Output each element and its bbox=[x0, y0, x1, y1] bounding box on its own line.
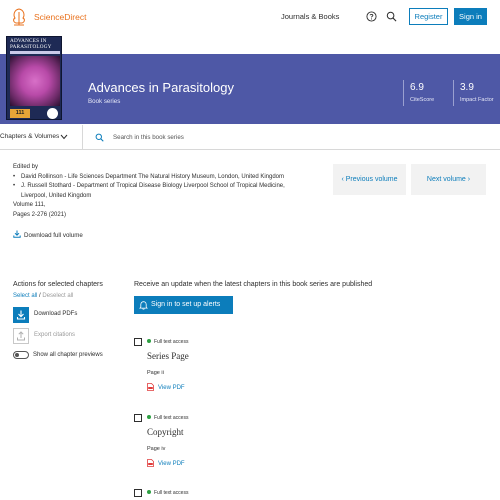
chapter-title[interactable]: Series Page bbox=[147, 351, 189, 361]
sign-in-alerts-button[interactable]: Sign in to set up alerts bbox=[134, 296, 233, 314]
alerts-message: Receive an update when the latest chapte… bbox=[134, 281, 373, 288]
search-icon[interactable] bbox=[386, 11, 397, 22]
impact-factor-value: 3.9 bbox=[460, 82, 474, 93]
chevron-down-icon[interactable] bbox=[60, 134, 68, 140]
cover-subtitle-band bbox=[10, 51, 60, 54]
previous-volume-button[interactable]: ‹ Previous volume bbox=[333, 164, 406, 195]
brand-name[interactable]: ScienceDirect bbox=[34, 12, 86, 22]
volume-info: Edited by David Rollinson - Life Science… bbox=[13, 163, 333, 220]
bell-icon bbox=[139, 301, 148, 310]
view-pdf-link[interactable]: View PDF bbox=[147, 459, 185, 467]
access-badge: Full text access bbox=[147, 490, 188, 496]
select-all-link[interactable]: Select all bbox=[13, 293, 37, 299]
top-navigation: ScienceDirect Journals & Books Register … bbox=[0, 0, 500, 34]
chapters-volumes-dropdown[interactable]: Chapters & Volumes bbox=[0, 133, 59, 140]
view-pdf-label: View PDF bbox=[158, 385, 185, 391]
download-icon bbox=[13, 230, 21, 238]
chapter-page: Page iv bbox=[147, 446, 166, 452]
export-icon bbox=[17, 331, 25, 341]
download-pdfs-label: Download PDFs bbox=[34, 311, 78, 317]
access-dot-icon bbox=[147, 415, 151, 419]
journals-books-link[interactable]: Journals & Books bbox=[281, 12, 339, 21]
download-full-volume-link[interactable]: Download full volume bbox=[13, 230, 83, 239]
editor-item: David Rollinson - Life Sciences Departme… bbox=[13, 173, 333, 183]
elsevier-logo-icon[interactable] bbox=[8, 6, 30, 28]
export-citations-label: Export citations bbox=[34, 332, 76, 338]
search-icon bbox=[95, 133, 104, 142]
access-dot-icon bbox=[147, 490, 151, 494]
download-full-volume-label: Download full volume bbox=[24, 232, 83, 239]
chapter-checkbox[interactable] bbox=[134, 489, 142, 497]
access-badge: Full text access bbox=[147, 415, 188, 421]
register-button[interactable]: Register bbox=[409, 8, 448, 25]
series-banner bbox=[0, 54, 500, 124]
search-series-input[interactable] bbox=[113, 131, 493, 144]
chapter-checkbox[interactable] bbox=[134, 414, 142, 422]
export-citations-icon-box bbox=[13, 328, 29, 344]
access-label: Full text access bbox=[154, 490, 189, 496]
actions-heading: Actions for selected chapters bbox=[13, 281, 103, 288]
deselect-all-link[interactable]: Deselect all bbox=[42, 293, 73, 299]
next-volume-button[interactable]: Next volume › bbox=[411, 164, 486, 195]
sign-in-alerts-label: Sign in to set up alerts bbox=[151, 301, 221, 308]
chapter-previews-toggle[interactable] bbox=[13, 351, 29, 359]
access-dot-icon bbox=[147, 339, 151, 343]
cover-image bbox=[10, 56, 60, 106]
access-label: Full text access bbox=[154, 415, 189, 421]
select-separator: / bbox=[39, 293, 41, 299]
volume-number: Volume 111, bbox=[13, 202, 46, 208]
sign-in-button[interactable]: Sign in bbox=[454, 8, 487, 25]
citescore-label[interactable]: CiteScore bbox=[410, 97, 434, 103]
metric-divider bbox=[403, 80, 404, 106]
editor-list: David Rollinson - Life Sciences Departme… bbox=[13, 173, 333, 192]
book-cover[interactable]: ADVANCES IN PARASITOLOGY 111 bbox=[6, 36, 62, 120]
editor-affiliation-continued: Liverpool, United Kingdom bbox=[21, 192, 92, 199]
impact-factor-label[interactable]: Impact Factor bbox=[460, 97, 494, 103]
chevron-right-icon: › bbox=[465, 176, 471, 183]
series-toolbar: Chapters & Volumes bbox=[0, 125, 500, 150]
chapter-previews-label: Show all chapter previews bbox=[33, 352, 103, 358]
toolbar-divider bbox=[82, 125, 83, 149]
cover-title: ADVANCES IN PARASITOLOGY bbox=[10, 38, 52, 50]
volume-pages: Pages 2-276 (2021) bbox=[13, 211, 67, 218]
help-icon[interactable] bbox=[366, 11, 377, 22]
metric-divider bbox=[453, 80, 454, 106]
pdf-icon bbox=[147, 459, 154, 467]
access-badge: Full text access bbox=[147, 339, 188, 345]
pdf-icon bbox=[147, 383, 154, 391]
chapter-checkbox[interactable] bbox=[134, 338, 142, 346]
access-label: Full text access bbox=[154, 339, 189, 345]
select-links: Select all / Deselect all bbox=[13, 293, 73, 299]
series-title: Advances in Parasitology bbox=[88, 80, 234, 95]
edited-by-label: Edited by bbox=[13, 164, 39, 170]
download-icon bbox=[16, 310, 26, 320]
download-pdfs-icon-box bbox=[13, 307, 29, 323]
view-pdf-link[interactable]: View PDF bbox=[147, 383, 185, 391]
chapter-page: Page ii bbox=[147, 370, 164, 376]
view-pdf-label: View PDF bbox=[158, 461, 185, 467]
editor-item: J. Russell Stothard - Department of Trop… bbox=[13, 182, 333, 192]
next-volume-label: Next volume bbox=[426, 176, 466, 183]
previous-volume-label: Previous volume bbox=[345, 176, 398, 183]
cover-volume-number: 111 bbox=[10, 109, 30, 118]
chapter-title[interactable]: Copyright bbox=[147, 427, 184, 437]
cover-badge-icon bbox=[47, 108, 58, 119]
series-type: Book series bbox=[88, 98, 121, 105]
citescore-value: 6.9 bbox=[410, 82, 424, 93]
